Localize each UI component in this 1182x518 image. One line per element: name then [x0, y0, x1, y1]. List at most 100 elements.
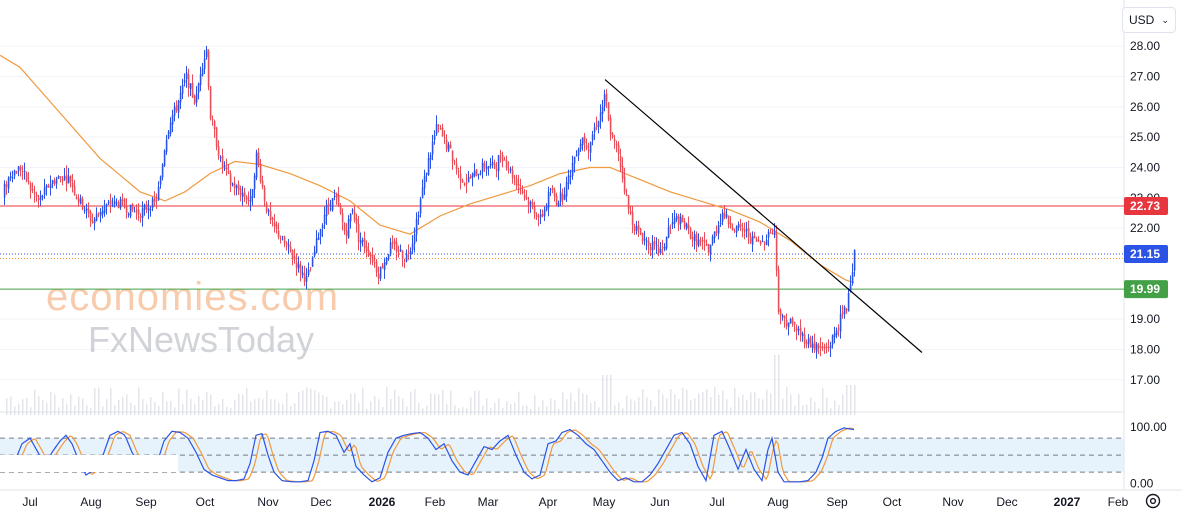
candle-body [607, 102, 610, 120]
candle-body [709, 244, 712, 255]
candle-body [795, 327, 798, 332]
candle-body [347, 219, 350, 238]
candle-body [423, 175, 426, 189]
candle-body [633, 225, 636, 231]
candle-body [491, 161, 494, 165]
candle-body [553, 189, 556, 197]
candle-body [737, 224, 740, 228]
price-grid [0, 0, 1182, 491]
candle-body [601, 106, 604, 114]
trendline-segment [604, 79, 923, 353]
candle-body [665, 236, 668, 249]
candle-body [363, 238, 366, 248]
candle-body [549, 189, 552, 191]
volume-bar [166, 401, 168, 415]
candle-body [35, 194, 38, 197]
volume-bar [554, 399, 556, 415]
volume-bar [218, 404, 220, 415]
candle-body [261, 180, 264, 188]
candle-body [213, 121, 216, 129]
candle-body [349, 213, 352, 222]
candle-body [821, 346, 824, 348]
time-tick-label: Feb [425, 495, 446, 509]
price-axis[interactable]: 17.0018.0019.0022.0023.0024.0025.0026.00… [1130, 39, 1167, 490]
candle-body [479, 172, 482, 174]
candle-body [25, 173, 28, 182]
volume-bar [578, 388, 580, 415]
candle-body [801, 333, 804, 337]
candle-body [401, 250, 404, 259]
candle-body [541, 213, 544, 217]
volume-bar [822, 387, 824, 415]
candle-body [425, 172, 428, 175]
candle-body [235, 185, 238, 188]
candle-body [167, 131, 170, 139]
volume-bar [618, 402, 620, 415]
volume-bar [22, 399, 24, 415]
volume-bar [746, 400, 748, 415]
candle-body [379, 267, 382, 279]
volume-bar [274, 399, 276, 415]
volume-bar [102, 406, 104, 415]
candle-body [253, 175, 256, 190]
candle-body [787, 322, 790, 328]
candle-body [431, 141, 434, 155]
candle-body [71, 182, 74, 188]
gear-icon[interactable] [1144, 492, 1162, 510]
candle-body [783, 315, 786, 319]
candle-body [15, 171, 18, 173]
candle-body [619, 155, 622, 168]
volume-bar [346, 400, 348, 415]
candle-body [791, 318, 794, 324]
chart-canvas[interactable]: economies.com FxNewsToday 17.00 18.00 19.0… [0, 0, 1182, 518]
volume-bar [350, 393, 352, 415]
candle-body [125, 206, 128, 213]
volume-bar [410, 391, 412, 415]
candle-body [361, 239, 364, 242]
candle-body [851, 271, 854, 284]
volume-bar [54, 394, 56, 415]
candle-body [521, 190, 524, 194]
candle-body [239, 188, 242, 196]
volume-bar [190, 398, 192, 415]
volume-bar [802, 405, 804, 415]
candle-body [55, 178, 58, 184]
candle-body [201, 68, 204, 76]
candle-body [805, 342, 808, 345]
candle-body [719, 222, 722, 225]
candle-body [573, 156, 576, 164]
candle-body [671, 221, 674, 225]
price-tag-label: 21.15 [1130, 247, 1160, 261]
candle-body [205, 49, 208, 58]
time-tick-label: Nov [257, 495, 278, 509]
candle-body [437, 125, 440, 127]
volume-bar [694, 398, 696, 415]
candle-body [151, 198, 154, 209]
volume-bar [38, 396, 40, 415]
candle-body [325, 205, 328, 216]
currency-select[interactable]: USD ⌄ [1122, 7, 1176, 33]
volume-bar [434, 393, 436, 415]
candle-body [29, 182, 32, 191]
volume-bar [386, 387, 388, 415]
candle-body [669, 224, 672, 226]
candle-body [173, 106, 176, 116]
price-tick-label: 22.00 [1130, 221, 1160, 235]
candle-body [275, 224, 278, 229]
candle-body [233, 183, 236, 189]
candle-body [779, 309, 782, 316]
candle-body [33, 192, 36, 194]
candle-body [127, 213, 130, 215]
candle-body [411, 243, 414, 250]
volume-bar [466, 408, 468, 415]
volume-bar [134, 405, 136, 415]
candle-body [109, 200, 112, 206]
volume-bar [722, 390, 724, 415]
candle-body [51, 180, 54, 185]
time-axis[interactable]: Jul Aug Sep Oct Nov Dec 2026 Feb Mar Apr May Jun Jul… [22, 495, 1128, 509]
candle-body [41, 196, 44, 198]
volume-bar [330, 408, 332, 415]
watermark-economies: economies.com [46, 275, 339, 319]
volume-bar [734, 387, 736, 415]
volume-bar [246, 387, 248, 415]
